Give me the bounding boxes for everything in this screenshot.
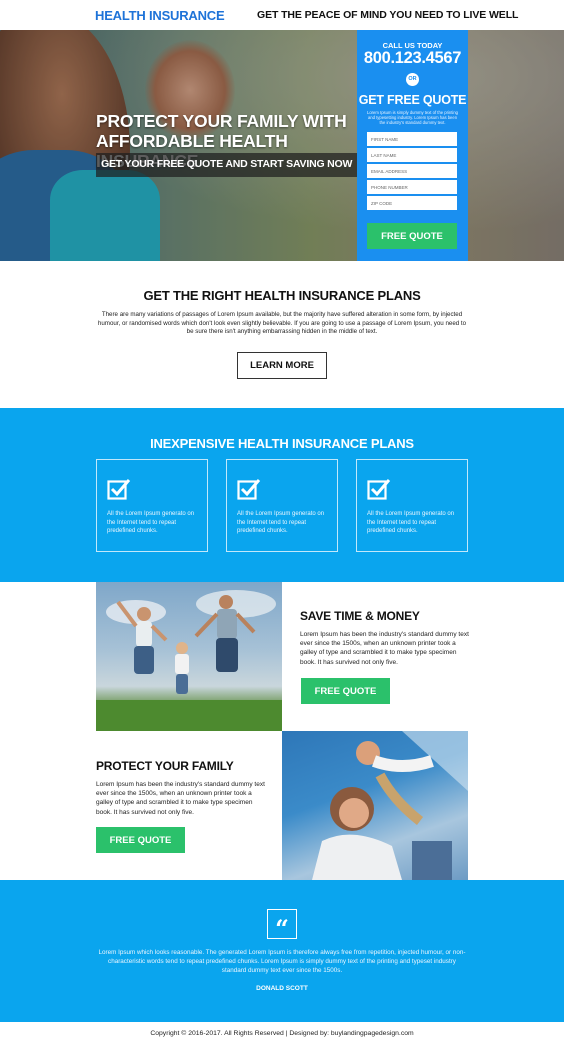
hero-subtitle: GET YOUR FREE QUOTE AND START SAVING NOW (96, 153, 358, 177)
testimonial-author: DONALD SCOTT (256, 985, 308, 992)
feature-text: All the Lorem Ipsum generato on the Inte… (237, 511, 325, 535)
zip-code-field[interactable] (367, 196, 457, 210)
checkbox-icon (367, 479, 391, 500)
mother-child-photo (282, 731, 468, 880)
save-text: Lorem Ipsum has been the industry's stan… (300, 631, 469, 666)
protect-title: PROTECT YOUR FAMILY (96, 759, 234, 773)
checkbox-icon (237, 479, 261, 500)
or-badge: OR (406, 73, 419, 86)
quote-form-title: GET FREE QUOTE (358, 93, 467, 107)
feature-card: All the Lorem Ipsum generato on the Inte… (356, 459, 468, 552)
learn-more-button[interactable]: LEARN MORE (237, 352, 327, 379)
footer-copyright: Copyright © 2016-2017. All Rights Reserv… (150, 1030, 414, 1037)
feature-text: All the Lorem Ipsum generato on the Inte… (367, 511, 455, 535)
phone-field[interactable] (367, 180, 457, 194)
feature-text: All the Lorem Ipsum generato on the Inte… (107, 511, 195, 535)
logo[interactable]: HEALTH INSURANCE (95, 8, 225, 23)
quote-icon: “ (267, 909, 297, 943)
protect-text: Lorem Ipsum has been the industry's stan… (96, 781, 265, 816)
protect-free-quote-button[interactable]: FREE QUOTE (96, 827, 185, 853)
family-jumping-photo (96, 582, 282, 731)
hero-banner: PROTECT YOUR FAMILY WITH AFFORDABLE HEAL… (0, 30, 564, 261)
feature-card: All the Lorem Ipsum generato on the Inte… (96, 459, 208, 552)
inexpensive-plans-title: INEXPENSIVE HEALTH INSURANCE PLANS (150, 436, 414, 451)
plans-title: GET THE RIGHT HEALTH INSURANCE PLANS (143, 288, 421, 303)
family-jumping-illustration (96, 590, 282, 731)
free-quote-submit-button[interactable]: FREE QUOTE (367, 223, 457, 249)
save-free-quote-button[interactable]: FREE QUOTE (301, 678, 390, 704)
quote-form: CALL US TODAY 800.123.4567 OR GET FREE Q… (357, 30, 468, 261)
plans-text: There are many variations of passages of… (97, 311, 467, 335)
save-title: SAVE TIME & MONEY (300, 609, 420, 623)
checkbox-icon (107, 479, 131, 500)
quote-form-description: Lorem Ipsum is simply dummy text of the … (367, 110, 458, 125)
feature-card: All the Lorem Ipsum generato on the Inte… (226, 459, 338, 552)
last-name-field[interactable] (367, 148, 457, 162)
phone-number[interactable]: 800.123.4567 (357, 49, 468, 68)
mother-child-illustration (312, 731, 468, 880)
testimonial-text: Lorem Ipsum which looks reasonable. The … (98, 949, 466, 974)
header-tagline: GET THE PEACE OF MIND YOU NEED TO LIVE W… (257, 9, 519, 21)
header: HEALTH INSURANCE GET THE PEACE OF MIND Y… (0, 0, 564, 30)
first-name-field[interactable] (367, 132, 457, 146)
email-field[interactable] (367, 164, 457, 178)
